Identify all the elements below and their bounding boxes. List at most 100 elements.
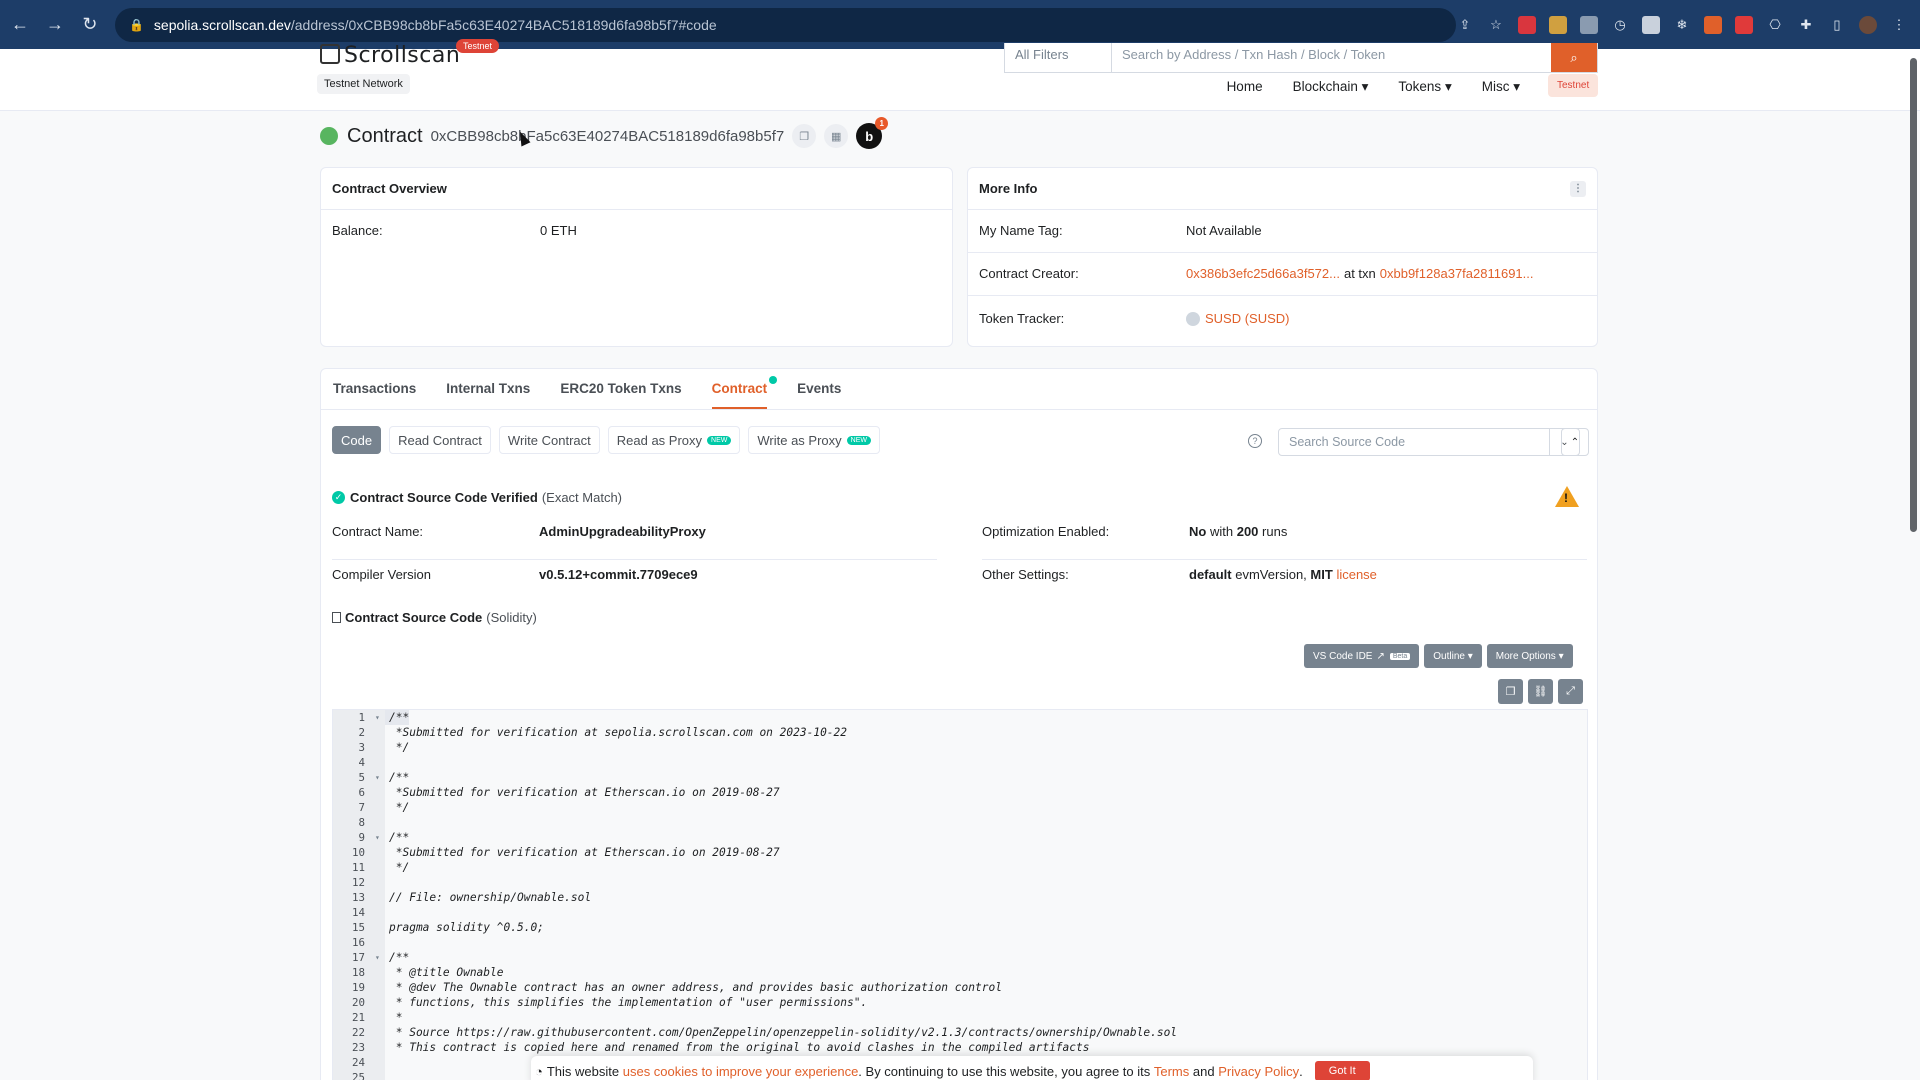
fold-toggle[interactable] — [375, 980, 385, 995]
tab-internal-txns[interactable]: Internal Txns — [446, 369, 530, 409]
extension-icon[interactable] — [1549, 15, 1567, 34]
cookies-link[interactable]: uses cookies to improve your experience — [623, 1064, 859, 1079]
fold-toggle[interactable] — [375, 965, 385, 980]
fold-toggle[interactable]: ▾ — [375, 830, 385, 845]
menu-home[interactable]: Home — [1227, 79, 1263, 95]
tab-contract[interactable]: Contract — [711, 369, 778, 409]
got-it-button[interactable]: Got It — [1314, 1061, 1370, 1080]
search-source-input[interactable]: Search Source Code — [1279, 429, 1549, 455]
line-number: 20 — [333, 995, 375, 1010]
vscode-ide-button[interactable]: VS Code IDE ↗ Beta — [1304, 644, 1420, 668]
code-line: 23 * This contract is copied here and re… — [333, 1040, 1587, 1055]
link-icon[interactable]: ⛓ — [1528, 679, 1553, 704]
url-host: sepolia.scrollscan.dev — [153, 16, 291, 33]
fold-toggle[interactable] — [375, 935, 385, 950]
search-input[interactable]: Search by Address / Txn Hash / Block / T… — [1112, 43, 1551, 72]
creator-address-link[interactable]: 0x386b3efc25d66a3f572... — [1186, 266, 1340, 295]
line-number: 3 — [333, 740, 375, 755]
tab-erc20-token-txns[interactable]: ERC20 Token Txns — [560, 369, 681, 409]
copy-icon[interactable]: ❐ — [792, 124, 817, 148]
optimization-label: Optimization Enabled: — [982, 524, 1110, 539]
fold-toggle[interactable] — [375, 875, 385, 890]
tab-transactions[interactable]: Transactions — [333, 369, 416, 409]
subtab-code[interactable]: Code — [332, 426, 382, 454]
fold-toggle[interactable]: ▾ — [375, 710, 385, 725]
forward-icon[interactable]: → — [40, 9, 70, 41]
file-icon — [332, 612, 341, 623]
subtab-write-as-proxy[interactable]: Write as Proxy NEW — [748, 426, 880, 454]
fold-toggle[interactable] — [375, 815, 385, 830]
code-text: // File: ownership/Ownable.sol — [389, 891, 592, 904]
fold-toggle[interactable] — [375, 995, 385, 1010]
back-icon[interactable]: ← — [5, 9, 35, 41]
fold-toggle[interactable]: ▾ — [375, 950, 385, 965]
extension-icon[interactable] — [1518, 15, 1536, 34]
warning-icon[interactable]: ! — [1555, 486, 1579, 507]
subtab-read-contract[interactable]: Read Contract — [389, 426, 491, 454]
reload-icon[interactable]: ↻ — [75, 9, 105, 41]
testnet-pill[interactable]: Testnet — [1548, 74, 1599, 97]
fold-toggle[interactable] — [375, 905, 385, 920]
sidebar-icon[interactable]: ▯ — [1828, 16, 1846, 34]
fullscreen-icon[interactable]: ⤢ — [1558, 679, 1583, 704]
token-tracker-row: Token Tracker: SUSD (SUSD) — [968, 296, 1597, 326]
help-icon[interactable]: ? — [1248, 434, 1262, 448]
subtab-read-as-proxy[interactable]: Read as Proxy NEW — [607, 426, 741, 454]
fold-toggle[interactable] — [375, 725, 385, 740]
compiler-text: v0.5.12+commit.7709ece9 — [539, 567, 698, 582]
subtab-write-contract[interactable]: Write Contract — [498, 426, 600, 454]
fold-toggle[interactable] — [375, 1055, 385, 1070]
fold-toggle[interactable] — [375, 740, 385, 755]
extension-icon[interactable] — [1735, 15, 1753, 34]
menu-misc[interactable]: Misc ▾ — [1482, 79, 1520, 95]
more-icon[interactable]: ⋮ — [1890, 16, 1908, 34]
extension-icon[interactable]: ❄ — [1673, 16, 1691, 34]
avatar[interactable] — [1859, 15, 1877, 34]
privacy-policy-link[interactable]: Privacy Policy — [1218, 1064, 1299, 1079]
address-bar[interactable]: 🔒 sepolia.scrollscan.dev /address/0xCBB9… — [114, 7, 1456, 42]
chevron-up-icon[interactable]: ⌃ — [1561, 428, 1589, 456]
verified-status: ✓ Contract Source Code Verified (Exact M… — [332, 490, 622, 505]
qr-code-icon[interactable]: ▦ — [824, 124, 849, 148]
extension-icon[interactable]: ⎔ — [1766, 16, 1784, 34]
fold-toggle[interactable] — [375, 755, 385, 770]
copy-icon[interactable]: ❐ — [1498, 679, 1523, 704]
fold-toggle[interactable]: ▾ — [375, 770, 385, 785]
search-button[interactable]: ⌕ — [1551, 43, 1597, 72]
license-link[interactable]: license — [1336, 567, 1376, 582]
fold-toggle[interactable] — [375, 800, 385, 815]
fold-toggle[interactable] — [375, 920, 385, 935]
more-icon[interactable]: ⋮ — [1570, 181, 1586, 197]
menu-tokens[interactable]: Tokens ▾ — [1398, 79, 1451, 95]
share-icon[interactable]: ⇪ — [1456, 16, 1474, 34]
fold-toggle[interactable] — [375, 1010, 385, 1025]
logo[interactable]: Scrollscan — [320, 43, 460, 68]
fold-toggle[interactable] — [375, 845, 385, 860]
puzzle-icon[interactable]: ✚ — [1797, 16, 1815, 34]
fold-toggle[interactable] — [375, 1070, 385, 1080]
fold-toggle[interactable] — [375, 860, 385, 875]
code-text: /** — [389, 831, 410, 844]
page-scrollbar[interactable] — [1910, 58, 1917, 532]
extension-icon[interactable] — [1580, 15, 1598, 34]
tab-events[interactable]: Events — [797, 369, 841, 409]
fold-toggle[interactable] — [375, 1040, 385, 1055]
extension-icon[interactable] — [1642, 15, 1660, 34]
blockscan-icon[interactable]: b1 — [856, 117, 889, 149]
fold-toggle[interactable] — [375, 1025, 385, 1040]
extension-icon[interactable]: ◷ — [1611, 16, 1629, 34]
more-options-button[interactable]: More Options ▾ — [1486, 644, 1573, 668]
star-icon[interactable]: ☆ — [1487, 16, 1505, 34]
menu-blockchain[interactable]: Blockchain ▾ — [1293, 79, 1369, 95]
fold-toggle[interactable] — [375, 890, 385, 905]
fold-toggle[interactable] — [375, 785, 385, 800]
source-code-editor[interactable]: 1 ▾/** 2 *Submitted for verification at se… — [332, 709, 1588, 1080]
terms-link[interactable]: Terms — [1154, 1064, 1189, 1079]
token-tracker-link[interactable]: SUSD (SUSD) — [1205, 311, 1290, 326]
name-tag-row: My Name Tag: Not Available — [968, 223, 1597, 253]
outline-button[interactable]: Outline ▾ — [1424, 644, 1482, 668]
check-circle-icon: ✓ — [332, 491, 345, 504]
extension-icon[interactable] — [1704, 15, 1722, 34]
filter-select[interactable]: All Filters — [1005, 43, 1112, 72]
creator-txn-link[interactable]: 0xbb9f128a37fa2811691... — [1380, 266, 1534, 295]
